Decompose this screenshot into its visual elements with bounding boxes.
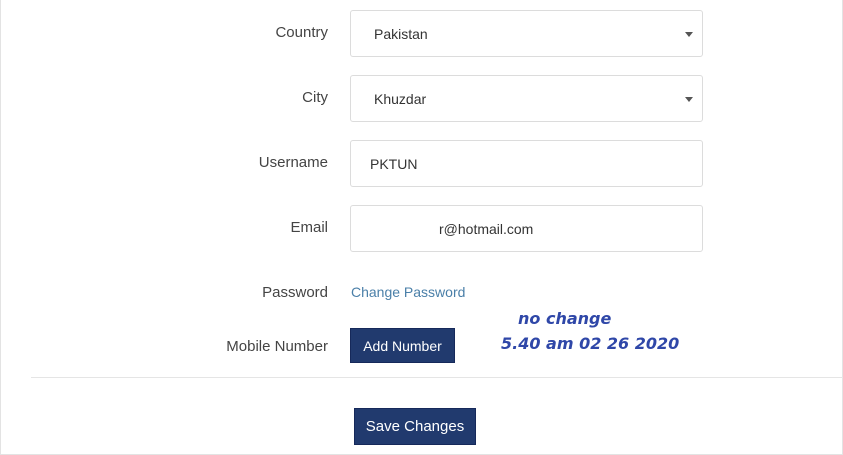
mobile-number-label: Mobile Number (226, 338, 328, 355)
username-value: PKTUN (370, 155, 418, 172)
password-label: Password (262, 284, 328, 301)
email-label: Email (290, 219, 328, 236)
annotation-timestamp: 5.40 am 02 26 2020 (501, 334, 680, 353)
add-number-button[interactable]: Add Number (350, 328, 455, 363)
email-input[interactable]: r@hotmail.com (350, 205, 703, 252)
username-input[interactable]: PKTUN (350, 140, 703, 187)
change-password-link[interactable]: Change Password (351, 284, 465, 300)
email-value: r@hotmail.com (439, 220, 534, 237)
annotation-note: no change (518, 309, 612, 328)
city-select-value: Khuzdar (374, 90, 427, 107)
city-select[interactable]: Khuzdar (350, 75, 703, 122)
save-changes-button[interactable]: Save Changes (354, 408, 476, 445)
username-label: Username (258, 154, 328, 171)
country-label: Country (275, 24, 328, 41)
form-divider (31, 377, 843, 378)
caret-down-icon (685, 31, 693, 37)
caret-down-icon (685, 96, 693, 102)
country-select-value: Pakistan (374, 25, 428, 42)
profile-form: Country Pakistan City Khuzdar Username P… (0, 0, 843, 455)
city-label: City (302, 89, 328, 106)
country-select[interactable]: Pakistan (350, 10, 703, 57)
